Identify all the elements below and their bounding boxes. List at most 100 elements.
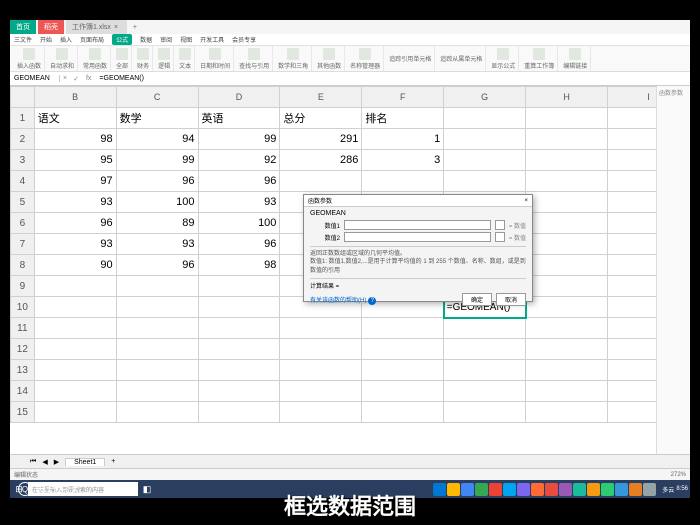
cell[interactable]: 3: [362, 150, 444, 171]
cell[interactable]: 96: [116, 171, 198, 192]
cell[interactable]: 96: [198, 234, 280, 255]
cell[interactable]: [280, 360, 362, 381]
sheet-nav-next-icon[interactable]: ▶: [54, 458, 59, 466]
cell[interactable]: [526, 234, 608, 255]
cell[interactable]: [444, 129, 526, 150]
cell[interactable]: [280, 318, 362, 339]
cell[interactable]: 语文: [34, 108, 116, 129]
fn-cancel-icon[interactable]: ×: [60, 75, 70, 82]
tool-trace-precedent[interactable]: 追踪引用单元格: [386, 46, 435, 71]
cell[interactable]: 98: [198, 255, 280, 276]
tool-insert-fn[interactable]: 插入函数: [14, 46, 45, 71]
row-header[interactable]: 3: [11, 150, 35, 171]
cell[interactable]: [362, 402, 444, 423]
tool-recalc[interactable]: 重算工作簿: [521, 46, 558, 71]
taskbar-app-icon[interactable]: [587, 483, 600, 496]
cell[interactable]: [444, 318, 526, 339]
close-tab-icon[interactable]: ×: [111, 24, 121, 31]
formula-input[interactable]: =GEOMEAN(): [95, 75, 690, 82]
cell[interactable]: [198, 402, 280, 423]
row-header[interactable]: 5: [11, 192, 35, 213]
taskbar-app-icon[interactable]: [559, 483, 572, 496]
taskbar-app-icon[interactable]: [643, 483, 656, 496]
menu-formula[interactable]: 公式: [112, 34, 132, 45]
taskbar-app-icon[interactable]: [629, 483, 642, 496]
cell[interactable]: 93: [198, 192, 280, 213]
cell[interactable]: [116, 360, 198, 381]
add-sheet-button[interactable]: +: [111, 458, 115, 465]
cell[interactable]: [362, 381, 444, 402]
taskbar-app-icon[interactable]: [503, 483, 516, 496]
add-tab-button[interactable]: +: [127, 24, 143, 31]
cell[interactable]: [34, 318, 116, 339]
cell[interactable]: 96: [198, 171, 280, 192]
taskbar-app-icon[interactable]: [573, 483, 586, 496]
cell[interactable]: [526, 360, 608, 381]
cell[interactable]: [280, 339, 362, 360]
tool-names[interactable]: 名称管理器: [347, 46, 384, 71]
cell[interactable]: [526, 276, 608, 297]
taskbar-app-icon[interactable]: [601, 483, 614, 496]
cell[interactable]: 92: [198, 150, 280, 171]
cell[interactable]: [444, 171, 526, 192]
menu-vip[interactable]: 会员专享: [232, 35, 256, 44]
cell[interactable]: [198, 339, 280, 360]
cell[interactable]: [444, 381, 526, 402]
cell[interactable]: 94: [116, 129, 198, 150]
cell[interactable]: [526, 402, 608, 423]
dialog-help-link[interactable]: 有关该函数的帮助(H)?: [310, 295, 376, 305]
select-all-corner[interactable]: [11, 87, 35, 108]
cell[interactable]: [526, 339, 608, 360]
tool-trace-dependent[interactable]: 追踪从属单元格: [437, 46, 486, 71]
cell[interactable]: 1: [362, 129, 444, 150]
cell[interactable]: [198, 381, 280, 402]
row-header[interactable]: 8: [11, 255, 35, 276]
cell[interactable]: [444, 360, 526, 381]
taskbar-app-icon[interactable]: [447, 483, 460, 496]
tool-math[interactable]: 数学和三角: [275, 46, 312, 71]
row-header[interactable]: 10: [11, 297, 35, 318]
home-tab[interactable]: 首页: [10, 20, 36, 34]
cell[interactable]: [198, 297, 280, 318]
taskbar-app-icon[interactable]: [461, 483, 474, 496]
taskbar-app-icon[interactable]: [433, 483, 446, 496]
task-view-icon[interactable]: ◧: [140, 482, 154, 496]
row-header[interactable]: 12: [11, 339, 35, 360]
menu-file[interactable]: 三文件: [14, 35, 32, 44]
menu-layout[interactable]: 页面布局: [80, 35, 104, 44]
cell[interactable]: 100: [198, 213, 280, 234]
cell[interactable]: [444, 108, 526, 129]
cell[interactable]: 286: [280, 150, 362, 171]
cell[interactable]: [526, 192, 608, 213]
fn-confirm-icon[interactable]: ✓: [70, 75, 82, 83]
tool-show-formula[interactable]: 显示公式: [488, 46, 519, 71]
cell[interactable]: [116, 276, 198, 297]
cell[interactable]: 总分: [280, 108, 362, 129]
col-header-b[interactable]: B: [34, 87, 116, 108]
arg2-input[interactable]: [344, 232, 491, 242]
cell[interactable]: 90: [34, 255, 116, 276]
col-header-g[interactable]: G: [444, 87, 526, 108]
sheet-nav-first-icon[interactable]: ⏮: [30, 458, 36, 466]
dialog-ok-button[interactable]: 确定: [462, 293, 492, 306]
cell[interactable]: [526, 381, 608, 402]
cell[interactable]: 93: [34, 234, 116, 255]
cell[interactable]: [444, 150, 526, 171]
cell[interactable]: 96: [116, 255, 198, 276]
cell[interactable]: 99: [116, 150, 198, 171]
sheet-tab-sheet1[interactable]: Sheet1: [65, 458, 105, 466]
tool-lookup[interactable]: 查找与引用: [236, 46, 273, 71]
cell[interactable]: [526, 129, 608, 150]
cell[interactable]: [198, 276, 280, 297]
cell[interactable]: [116, 318, 198, 339]
menu-dev[interactable]: 开发工具: [200, 35, 224, 44]
cell[interactable]: [198, 318, 280, 339]
cell[interactable]: 95: [34, 150, 116, 171]
arg1-input[interactable]: [344, 220, 491, 230]
name-box[interactable]: GEOMEAN: [10, 75, 60, 82]
row-header[interactable]: 6: [11, 213, 35, 234]
cell[interactable]: 93: [34, 192, 116, 213]
cell[interactable]: 96: [34, 213, 116, 234]
cell[interactable]: [362, 360, 444, 381]
cell[interactable]: [34, 339, 116, 360]
